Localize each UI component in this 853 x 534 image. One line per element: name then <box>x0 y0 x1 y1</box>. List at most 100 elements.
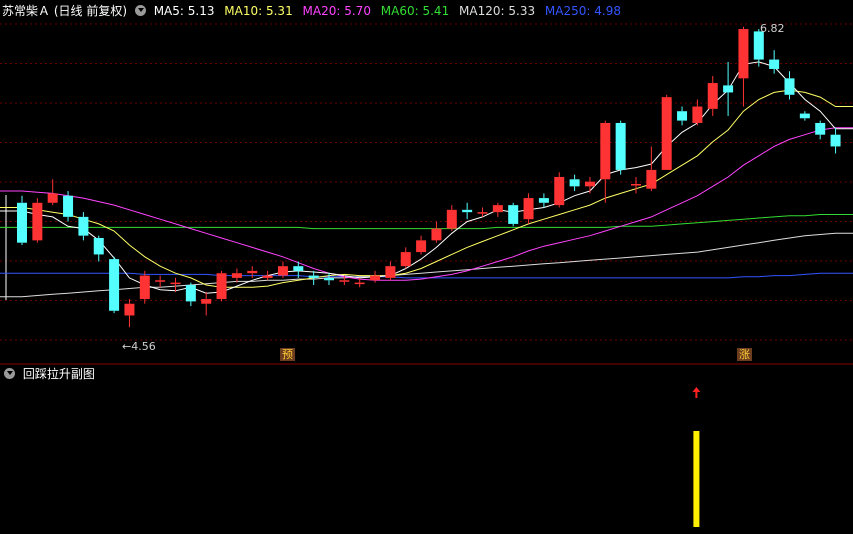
candle-body <box>262 275 273 278</box>
signal-bar <box>693 431 700 527</box>
ma250-value: MA250: 4.98 <box>544 4 621 18</box>
candle <box>201 292 212 316</box>
candle <box>32 198 43 243</box>
candle-body <box>815 122 826 135</box>
ma5-line <box>0 61 853 294</box>
candle-body <box>753 31 764 60</box>
candle-body <box>523 198 534 220</box>
candle-body <box>462 209 473 213</box>
candle <box>185 282 196 307</box>
candle <box>723 61 734 116</box>
chart-header: 苏常柴Ａ (日线 前复权) MA5: 5.13 MA10: 5.31 MA20:… <box>0 0 853 22</box>
candle-body <box>78 216 89 236</box>
ma120-value: MA120: 5.33 <box>459 4 536 18</box>
candle-body <box>216 273 227 300</box>
low-price-label: ←4.56 <box>122 340 156 353</box>
candle-body <box>201 299 212 304</box>
candle <box>615 120 626 175</box>
candle <box>830 127 841 154</box>
candle-body <box>738 29 749 79</box>
indicator-title[interactable]: 回踩拉升副图 <box>23 367 95 381</box>
indicator-dropdown-icon[interactable] <box>4 368 15 379</box>
ma120-line <box>0 232 853 298</box>
candle <box>78 212 89 241</box>
candle-body <box>508 205 519 224</box>
signal-up-arrow <box>692 387 701 398</box>
candle <box>262 270 273 281</box>
candle <box>247 266 258 278</box>
candle <box>492 202 503 217</box>
candle-body <box>431 228 442 241</box>
candle-body <box>477 212 488 214</box>
stock-name[interactable]: 苏常柴Ａ <box>2 0 50 22</box>
candle-body <box>308 275 319 278</box>
low-price-value: 4.56 <box>131 340 156 353</box>
candle-body <box>600 122 611 180</box>
candle-body <box>354 282 365 285</box>
candle <box>446 205 457 231</box>
candle-body <box>830 134 841 147</box>
indicator-panel <box>692 387 701 527</box>
candle-body <box>47 193 58 203</box>
candle <box>231 268 242 283</box>
candle <box>799 111 810 121</box>
candle <box>707 76 718 116</box>
candle-body <box>277 266 288 276</box>
candle-body <box>324 277 334 281</box>
candle-body <box>416 240 427 253</box>
chart-canvas <box>0 23 853 527</box>
indicator-header: 回踩拉升副图 <box>0 365 853 383</box>
candle <box>554 172 565 208</box>
candle <box>677 106 688 126</box>
ma60-value: MA60: 5.41 <box>380 4 450 18</box>
candle-body <box>370 275 381 281</box>
candle <box>508 202 519 227</box>
candle-body <box>185 284 196 302</box>
candle <box>216 270 227 302</box>
candle <box>784 71 795 100</box>
candle-body <box>723 85 734 93</box>
candle-body <box>646 169 657 189</box>
candle <box>139 270 150 304</box>
candle-body <box>677 111 688 121</box>
candle <box>155 275 166 288</box>
candle-body <box>784 78 795 95</box>
dropdown-icon[interactable] <box>134 5 146 16</box>
candle <box>416 235 427 255</box>
ma20-line <box>0 127 853 281</box>
candle <box>17 195 27 246</box>
candle-body <box>139 275 150 300</box>
candle-body <box>615 122 626 170</box>
candle-body <box>385 266 396 278</box>
candle-body <box>155 280 166 282</box>
candle <box>523 193 534 224</box>
candle <box>538 193 549 208</box>
candle <box>584 176 595 194</box>
candle <box>93 235 104 262</box>
candle <box>308 270 319 285</box>
candle <box>431 221 442 243</box>
candle-body <box>231 273 242 278</box>
candle <box>370 270 381 283</box>
candle <box>124 299 135 328</box>
candle <box>600 120 611 203</box>
candle-body <box>554 176 565 206</box>
candle-body <box>707 83 718 109</box>
candle <box>815 120 826 140</box>
main-grid <box>0 23 853 341</box>
candle-body <box>799 113 810 119</box>
candle-body <box>769 59 780 69</box>
candle <box>385 261 396 281</box>
ma20-value: MA20: 5.70 <box>302 4 371 18</box>
period-label[interactable]: (日线 前复权) <box>54 0 127 22</box>
candle-body <box>446 209 457 229</box>
candle <box>109 256 120 314</box>
ma5-value: MA5: 5.13 <box>153 4 215 18</box>
marker-zhang: 涨 <box>737 348 752 361</box>
candle <box>277 261 288 278</box>
candlestick-series <box>17 26 841 328</box>
candle-body <box>293 266 304 271</box>
candle-body <box>109 259 120 311</box>
candle-body <box>32 202 43 241</box>
candle-body <box>93 238 104 255</box>
